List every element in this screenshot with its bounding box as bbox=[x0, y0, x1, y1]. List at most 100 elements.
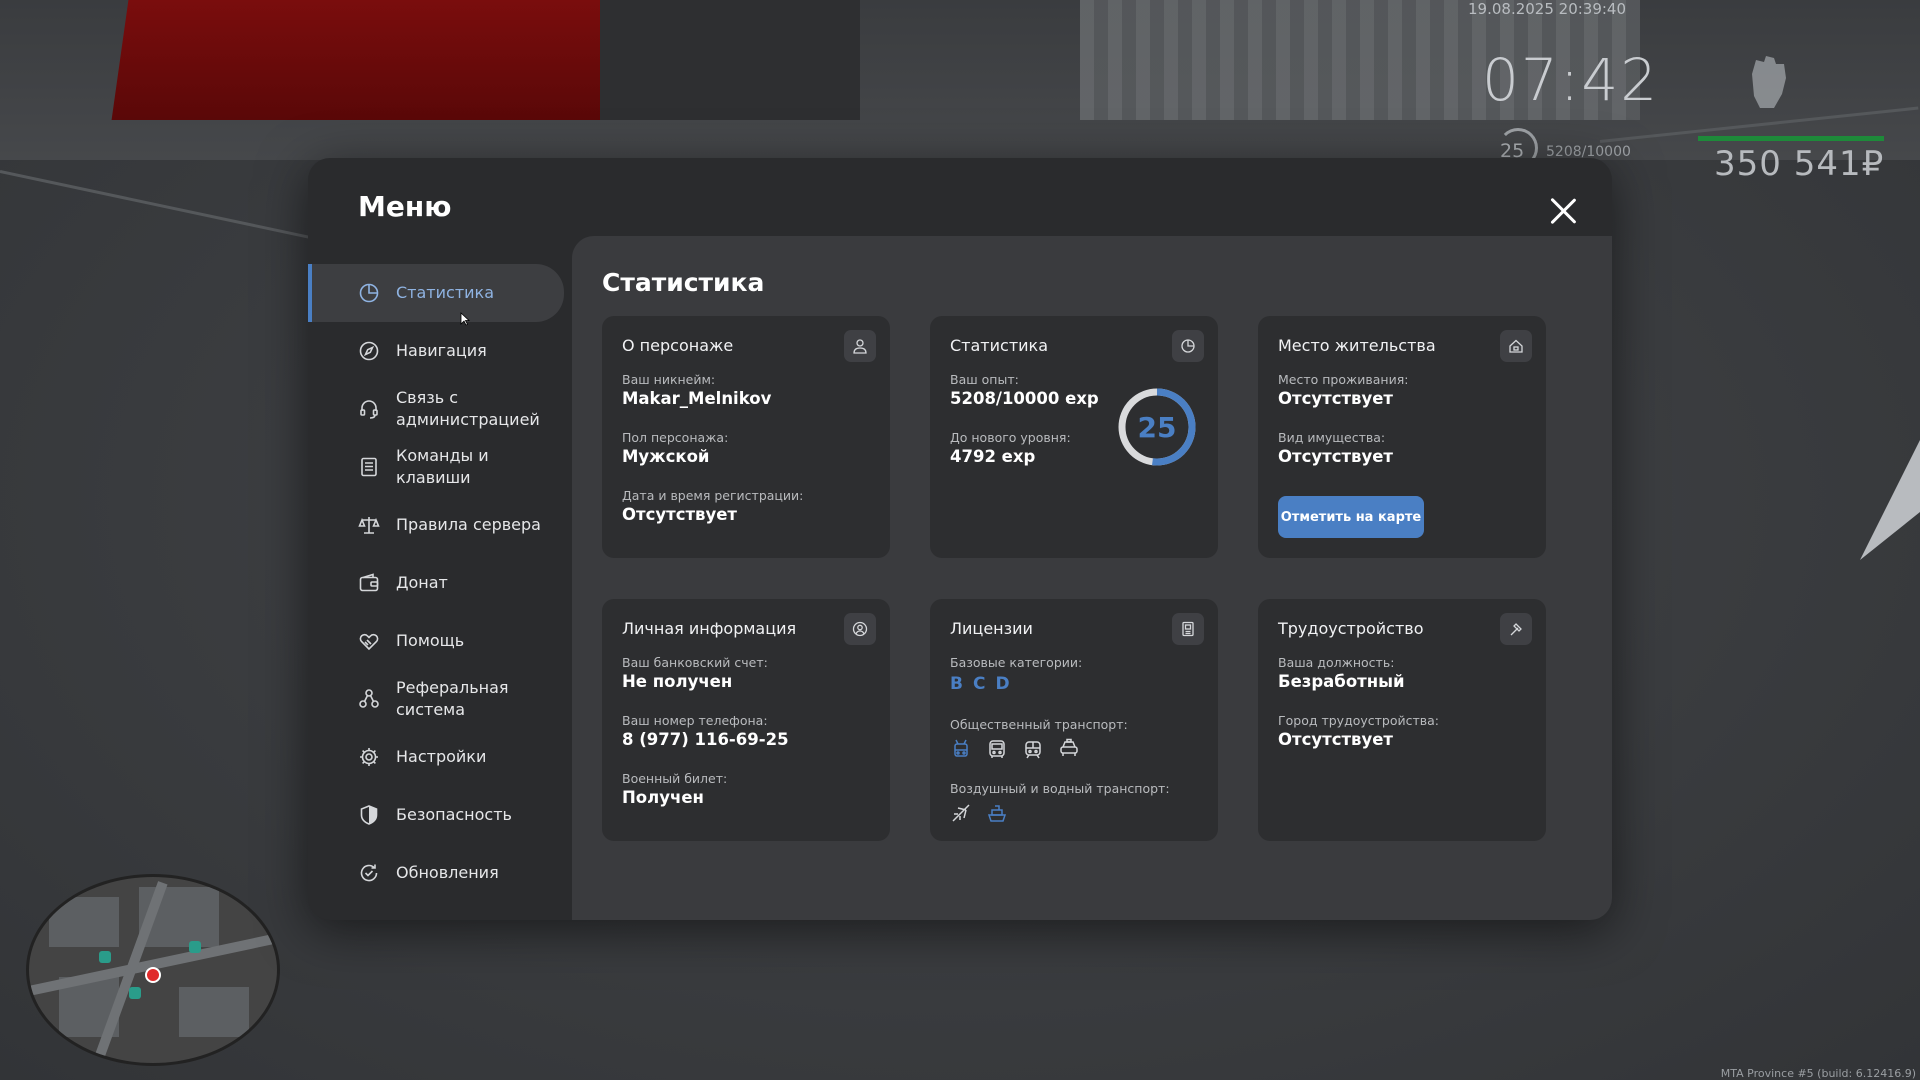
map-poi-icon bbox=[99, 951, 111, 963]
sidebar-item-statistics[interactable]: Статистика bbox=[308, 264, 564, 322]
pie-chart-icon bbox=[358, 282, 380, 304]
menu-modal: Меню Статистика Навигация Связь с админи… bbox=[308, 158, 1612, 920]
sidebar-item-admin-contact[interactable]: Связь с администрацией bbox=[308, 380, 564, 438]
field-label: Ваш опыт: bbox=[950, 372, 1019, 387]
network-users-icon bbox=[358, 688, 380, 710]
card-title: Статистика bbox=[950, 336, 1048, 355]
public-transport-icons bbox=[950, 738, 1128, 760]
nickname-field: Ваш никнейм: Makar_Melnikov bbox=[622, 372, 771, 408]
card-title: О персонаже bbox=[622, 336, 734, 355]
field-value: Безработный bbox=[1278, 672, 1405, 691]
military-id-field: Военный билет: Получен bbox=[622, 771, 727, 807]
field-label: Ваш номер телефона: bbox=[622, 713, 768, 728]
menu-title: Меню bbox=[358, 190, 452, 223]
sidebar-item-label: Обновления bbox=[396, 863, 499, 882]
field-value: Отсутствует bbox=[1278, 447, 1393, 466]
base-categories-field: Базовые категории: B C D bbox=[950, 655, 1082, 694]
field-value: Не получен bbox=[622, 672, 733, 691]
field-label: Военный билет: bbox=[622, 771, 728, 786]
headset-icon bbox=[358, 398, 380, 420]
hud-clock: 07:42 bbox=[1482, 46, 1660, 114]
handshake-heart-icon bbox=[358, 630, 380, 652]
exp-field: Ваш опыт: 5208/10000 exp bbox=[950, 372, 1099, 408]
user-icon bbox=[844, 330, 876, 362]
job-city-field: Город трудоустройства: Отсутствует bbox=[1278, 713, 1439, 749]
next-level-field: До нового уровня: 4792 exp bbox=[950, 430, 1071, 466]
registration-field: Дата и время регистрации: Отсутствует bbox=[622, 488, 803, 524]
shield-icon bbox=[358, 804, 380, 826]
sidebar-item-updates[interactable]: Обновления bbox=[308, 844, 564, 902]
health-bar bbox=[1698, 136, 1884, 141]
card-title: Лицензии bbox=[950, 619, 1033, 638]
field-value: 4792 exp bbox=[950, 447, 1036, 466]
house-icon bbox=[1500, 330, 1532, 362]
mouse-cursor-icon bbox=[460, 312, 470, 326]
sidebar-item-security[interactable]: Безопасность bbox=[308, 786, 564, 844]
field-value: Отсутствует bbox=[622, 505, 737, 524]
sidebar-item-commands[interactable]: Команды и клавиши bbox=[308, 438, 564, 496]
airplane-icon bbox=[950, 802, 972, 824]
field-value: 5208/10000 exp bbox=[950, 389, 1099, 408]
minimap[interactable] bbox=[26, 874, 280, 1066]
sidebar-item-label: Навигация bbox=[396, 341, 487, 360]
bus-icon bbox=[986, 738, 1008, 760]
sidebar-item-donate[interactable]: Донат bbox=[308, 554, 564, 612]
field-label: Дата и время регистрации: bbox=[622, 488, 804, 503]
sidebar-item-label: Безопасность bbox=[396, 805, 512, 824]
field-value: 8 (977) 116-69-25 bbox=[622, 730, 789, 749]
page-title: Статистика bbox=[602, 268, 765, 297]
sidebar-item-label: Связь с администрацией bbox=[396, 388, 540, 429]
sidebar-item-label: Правила сервера bbox=[396, 515, 541, 534]
tram-icon bbox=[1022, 738, 1044, 760]
boat-icon bbox=[986, 802, 1008, 824]
sidebar: Статистика Навигация Связь с администрац… bbox=[308, 264, 564, 902]
hammer-icon bbox=[1500, 613, 1532, 645]
sidebar-item-navigation[interactable]: Навигация bbox=[308, 322, 564, 380]
sidebar-item-label: Помощь bbox=[396, 631, 465, 650]
mark-on-map-button[interactable]: Отметить на карте bbox=[1278, 496, 1424, 538]
license-category-b: B bbox=[950, 674, 963, 694]
card-about-character: О персонаже Ваш никнейм: Makar_Melnikov … bbox=[602, 316, 890, 558]
content-panel: Статистика О персонаже Ваш никнейм: Maka… bbox=[572, 236, 1612, 920]
card-residence: Место жительства Место проживания: Отсут… bbox=[1258, 316, 1546, 558]
field-label: Базовые категории: bbox=[950, 655, 1083, 670]
field-label: Место проживания: bbox=[1278, 372, 1409, 387]
card-title: Личная информация bbox=[622, 619, 797, 638]
field-value: Мужской bbox=[622, 447, 710, 466]
gear-icon bbox=[358, 746, 380, 768]
hud-datetime: 19.08.2025 20:39:40 bbox=[1468, 0, 1627, 18]
field-label: Ваша должность: bbox=[1278, 655, 1395, 670]
license-category-c: C bbox=[972, 674, 986, 694]
gender-field: Пол персонажа: Мужской bbox=[622, 430, 728, 466]
field-label: Город трудоустройства: bbox=[1278, 713, 1440, 728]
job-position-field: Ваша должность: Безработный bbox=[1278, 655, 1405, 691]
wallet-icon bbox=[358, 572, 380, 594]
close-button[interactable] bbox=[1546, 194, 1580, 228]
air-water-icons bbox=[950, 802, 1170, 824]
card-licenses: Лицензии Базовые категории: B C D Общест… bbox=[930, 599, 1218, 841]
field-value: Получен bbox=[622, 788, 704, 807]
sidebar-item-referral[interactable]: Реферальная система bbox=[308, 670, 564, 728]
map-block bbox=[49, 897, 119, 947]
sidebar-item-rules[interactable]: Правила сервера bbox=[308, 496, 564, 554]
license-category-d: D bbox=[995, 674, 1010, 694]
field-value: Отсутствует bbox=[1278, 730, 1393, 749]
sidebar-item-help[interactable]: Помощь bbox=[308, 612, 564, 670]
property-type-field: Вид имущества: Отсутствует bbox=[1278, 430, 1393, 466]
field-label: Ваш никнейм: bbox=[622, 372, 716, 387]
card-personal-info: Личная информация Ваш банковский счет: Н… bbox=[602, 599, 890, 841]
field-value: Отсутствует bbox=[1278, 389, 1393, 408]
field-label: Воздушный и водный транспорт: bbox=[950, 781, 1170, 796]
field-label: Ваш банковский счет: bbox=[622, 655, 768, 670]
residence-place-field: Место проживания: Отсутствует bbox=[1278, 372, 1408, 408]
field-label: Вид имущества: bbox=[1278, 430, 1386, 445]
id-card-icon bbox=[1172, 613, 1204, 645]
map-poi-icon bbox=[189, 941, 201, 953]
red-building bbox=[111, 0, 649, 120]
map-block bbox=[179, 987, 249, 1037]
build-info: MTA Province #5 (build: 6.12416.9) bbox=[1720, 1067, 1916, 1080]
sidebar-item-label: Настройки bbox=[396, 747, 487, 766]
phone-field: Ваш номер телефона: 8 (977) 116-69-25 bbox=[622, 713, 789, 749]
sidebar-item-settings[interactable]: Настройки bbox=[308, 728, 564, 786]
map-poi-icon bbox=[129, 987, 141, 999]
